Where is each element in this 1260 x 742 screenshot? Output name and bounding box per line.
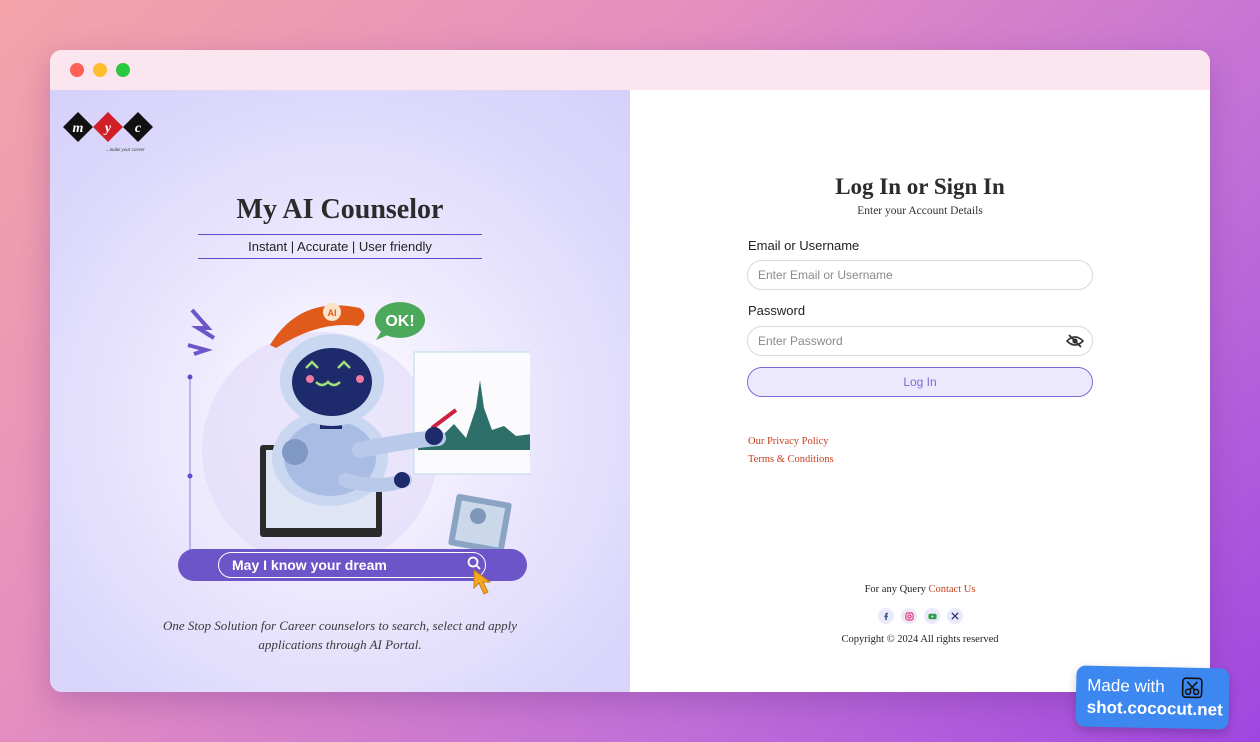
login-button[interactable]: Log In (747, 367, 1093, 397)
window-titlebar (50, 50, 1210, 90)
eye-slash-icon[interactable] (1066, 333, 1084, 349)
browser-window: m y c ...make your career My AI Counselo… (50, 50, 1210, 692)
privacy-policy-link[interactable]: Our Privacy Policy (748, 436, 829, 447)
email-field[interactable] (747, 260, 1093, 290)
scissors-icon (1181, 677, 1203, 699)
logo-letter-m: m (73, 121, 84, 136)
badge-line-1: Made with (1087, 675, 1165, 697)
hat-badge-text: AI (328, 308, 337, 318)
contact-us-link[interactable]: Contact Us (928, 584, 975, 595)
divider (198, 234, 482, 235)
login-panel: Log In or Sign In Enter your Account Det… (630, 90, 1210, 692)
maximize-window-button[interactable] (116, 63, 130, 77)
brand-title: My AI Counselor (236, 194, 444, 225)
logo-letter-y: y (103, 121, 112, 136)
dream-search-input[interactable]: May I know your dream (218, 552, 486, 578)
close-window-button[interactable] (70, 63, 84, 77)
pointer-cursor-icon (473, 569, 492, 595)
terms-link[interactable]: Terms & Conditions (748, 454, 834, 465)
minimize-window-button[interactable] (93, 63, 107, 77)
query-text: For any Query (864, 584, 926, 595)
logo-tagline: ...make your career (106, 148, 145, 153)
password-label: Password (748, 303, 806, 318)
social-links (878, 608, 963, 624)
query-line: For any Query Contact Us (630, 584, 1210, 595)
hero-panel: m y c ...make your career My AI Counselo… (50, 90, 630, 692)
made-with-badge[interactable]: Made with shot.cococut.net (1075, 665, 1230, 730)
facebook-icon[interactable] (878, 608, 894, 624)
speech-bubble-text: OK! (385, 313, 414, 330)
copyright: Copyright © 2024 All rights reserved (841, 634, 999, 645)
login-subtitle: Enter your Account Details (857, 205, 983, 217)
divider (198, 258, 482, 259)
hero-tagline: One Stop Solution for Career counselors … (163, 618, 517, 652)
password-field[interactable] (747, 326, 1093, 356)
login-title: Log In or Sign In (835, 174, 1005, 199)
instagram-icon[interactable] (901, 608, 917, 624)
x-icon[interactable] (947, 608, 963, 624)
email-label: Email or Username (748, 238, 860, 253)
logo-letter-c: c (135, 121, 142, 136)
youtube-icon[interactable] (924, 608, 940, 624)
brand-subtitle: Instant | Accurate | User friendly (248, 239, 432, 254)
badge-line-2: shot.cococut.net (1086, 697, 1223, 720)
